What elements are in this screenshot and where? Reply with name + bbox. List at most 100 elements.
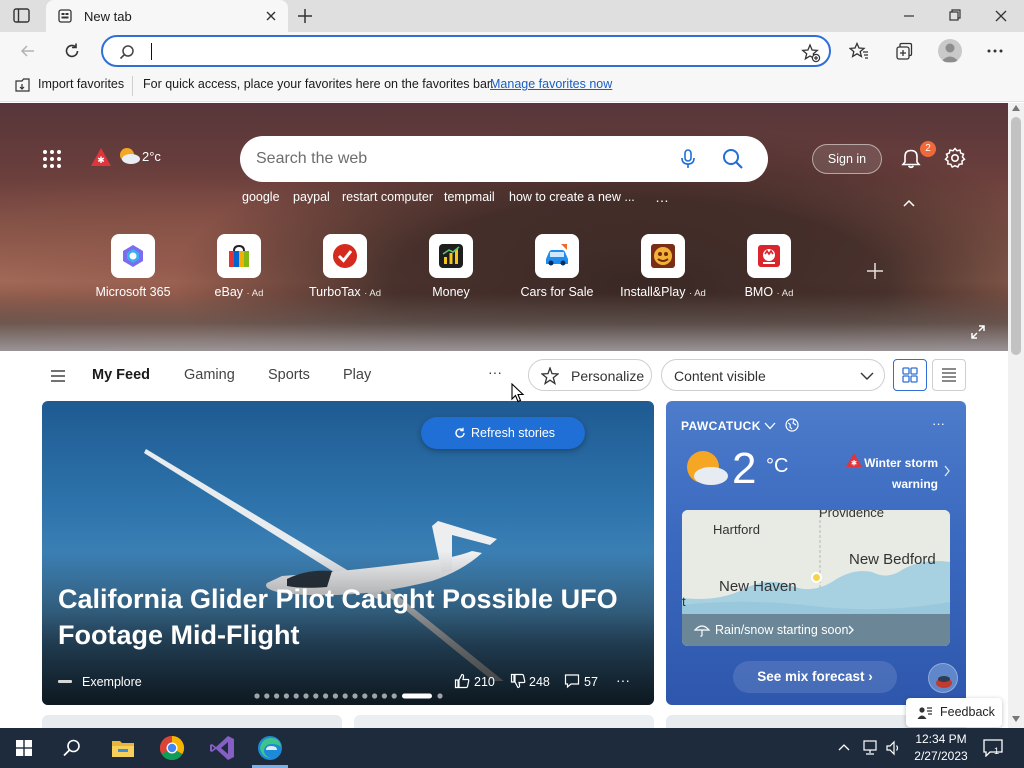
hamburger-icon[interactable] — [50, 369, 66, 383]
close-icon[interactable] — [264, 9, 278, 23]
restore-icon[interactable] — [943, 8, 967, 24]
trending-more-button[interactable]: … — [655, 189, 670, 205]
tab-gaming[interactable]: Gaming — [184, 367, 235, 383]
thumbs-down-icon[interactable] — [510, 673, 526, 689]
add-favorite-icon[interactable] — [801, 43, 821, 63]
clock-date[interactable]: 2/27/2023 — [910, 749, 972, 763]
comment-icon[interactable] — [564, 673, 580, 689]
expand-icon[interactable] — [970, 324, 986, 340]
minimize-icon[interactable] — [897, 8, 921, 24]
carousel-dot[interactable] — [274, 693, 280, 699]
chrome-icon[interactable] — [158, 734, 186, 762]
refresh-icon[interactable] — [62, 41, 82, 61]
weather-card[interactable]: PAWCATUCK ··· 2 °C ✱ Winter storm warnin… — [666, 401, 966, 705]
personalize-button[interactable]: Personalize — [528, 359, 652, 391]
plus-icon[interactable] — [296, 7, 314, 25]
gear-icon[interactable] — [944, 147, 966, 169]
volume-icon[interactable] — [886, 740, 902, 756]
carousel-dot[interactable] — [254, 693, 260, 699]
scrollbar-thumb[interactable] — [1011, 117, 1021, 355]
search-icon[interactable] — [722, 148, 744, 170]
visual-studio-icon[interactable] — [208, 734, 236, 762]
tab-play[interactable]: Play — [343, 367, 371, 383]
address-input[interactable] — [149, 42, 769, 62]
tab-sports[interactable]: Sports — [268, 367, 310, 383]
clock-time[interactable]: 12:34 PM — [914, 732, 968, 746]
scroll-up-arrow[interactable] — [1012, 105, 1020, 111]
scroll-down-arrow[interactable] — [1012, 716, 1020, 722]
apps-grid-icon[interactable] — [42, 149, 62, 169]
tab-new-tab[interactable]: New tab — [46, 0, 288, 32]
temperature-unit[interactable]: °C — [766, 455, 788, 478]
story-more-button[interactable]: ··· — [616, 672, 630, 688]
bell-icon[interactable] — [900, 147, 922, 169]
carousel-dot[interactable] — [264, 693, 270, 699]
trending-search[interactable]: how to create a new ... — [509, 190, 635, 204]
quick-link-turbotax[interactable]: TurboTax · Ad — [297, 234, 393, 306]
chevron-up-icon[interactable] — [901, 197, 917, 209]
content-visibility-select[interactable]: Content visible — [661, 359, 885, 391]
story-card[interactable] — [42, 715, 342, 728]
chevron-right-icon[interactable] — [943, 465, 951, 477]
globe-icon[interactable] — [785, 418, 799, 432]
carousel-dot[interactable] — [342, 693, 348, 699]
carousel-dot[interactable] — [283, 693, 289, 699]
story-card[interactable] — [354, 715, 654, 728]
grid-view-button[interactable] — [893, 359, 927, 391]
windows-start-icon[interactable] — [16, 740, 32, 756]
import-favorites-button[interactable]: Import favorites — [38, 77, 124, 91]
plus-icon[interactable] — [865, 261, 885, 281]
list-view-button[interactable] — [932, 359, 966, 391]
back-icon[interactable] — [18, 41, 38, 61]
warning-icon[interactable]: ✱ — [90, 147, 112, 167]
search-icon[interactable] — [62, 738, 82, 758]
network-icon[interactable] — [861, 740, 879, 756]
favorites-icon[interactable] — [849, 41, 869, 61]
precipitation-bar[interactable]: Rain/snow starting soon — [682, 614, 950, 646]
carousel-dot-active[interactable] — [402, 693, 432, 699]
notification-icon[interactable] — [983, 739, 1003, 757]
weather-avatar[interactable] — [928, 663, 958, 693]
story-headline[interactable]: California Glider Pilot Caught Possible … — [58, 581, 638, 653]
quick-link-cars-for-sale[interactable]: Cars for Sale — [509, 234, 605, 306]
carousel-dot[interactable] — [323, 693, 329, 699]
chevron-down-icon[interactable] — [764, 422, 776, 430]
chevron-up-icon[interactable] — [838, 742, 850, 752]
quick-link-install-play[interactable]: Install&Play · Ad — [615, 234, 711, 306]
weather-more-button[interactable]: ··· — [932, 416, 945, 431]
quick-link-microsoft-365[interactable]: Microsoft 365 — [85, 234, 181, 306]
weather-alert[interactable]: Winter storm warning — [856, 453, 938, 495]
mix-forecast-button[interactable]: See mix forecast › — [733, 661, 897, 693]
quick-link-ebay[interactable]: eBay · Ad — [191, 234, 287, 306]
more-tabs-button[interactable]: ··· — [488, 364, 502, 380]
import-icon[interactable] — [14, 77, 32, 93]
weather-location[interactable]: PAWCATUCK — [681, 419, 761, 433]
trending-search[interactable]: tempmail — [444, 190, 495, 204]
carousel-dot[interactable] — [362, 693, 368, 699]
carousel-dot[interactable] — [391, 693, 397, 699]
trending-search[interactable]: restart computer — [342, 190, 433, 204]
carousel-indicator[interactable] — [254, 693, 444, 699]
profile-avatar[interactable] — [938, 39, 962, 63]
carousel-dot[interactable] — [437, 693, 443, 699]
tab-actions-icon[interactable] — [12, 7, 32, 25]
feedback-button[interactable]: Feedback — [906, 698, 1002, 727]
file-explorer-icon[interactable] — [109, 734, 137, 762]
more-icon[interactable] — [985, 41, 1005, 61]
top-story-card[interactable]: Refresh stories California Glider Pilot … — [42, 401, 654, 705]
quick-link-bmo[interactable]: BMO · Ad — [721, 234, 817, 306]
carousel-dot[interactable] — [293, 693, 299, 699]
collections-icon[interactable] — [894, 41, 914, 61]
thumbs-up-icon[interactable] — [454, 673, 470, 689]
carousel-dot[interactable] — [372, 693, 378, 699]
quick-link-money[interactable]: Money — [403, 234, 499, 306]
carousel-dot[interactable] — [313, 693, 319, 699]
tab-my-feed[interactable]: My Feed — [92, 367, 150, 383]
weather-map[interactable]: Providence Hartford New Bedford New Have… — [682, 510, 950, 646]
carousel-dot[interactable] — [332, 693, 338, 699]
carousel-dot[interactable] — [303, 693, 309, 699]
weather-icon[interactable] — [117, 146, 141, 166]
carousel-dot[interactable] — [352, 693, 358, 699]
mic-icon[interactable] — [680, 149, 696, 169]
page-scrollbar[interactable] — [1008, 103, 1024, 728]
